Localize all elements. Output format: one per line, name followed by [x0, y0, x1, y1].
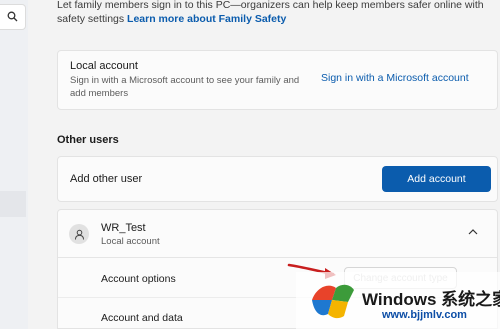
sidebar	[0, 0, 28, 329]
add-other-user-card: Add other user Add account	[57, 156, 498, 202]
local-account-card: Local account Sign in with a Microsoft a…	[57, 50, 498, 110]
person-icon	[74, 229, 84, 240]
watermark: Windows 系统之家 www.bjjmlv.com	[296, 272, 500, 329]
windows-logo-icon	[312, 284, 354, 319]
add-other-user-label: Add other user	[70, 173, 143, 185]
account-and-data-label: Account and data	[101, 312, 183, 324]
family-safety-link[interactable]: Learn more about Family Safety	[127, 13, 286, 25]
local-account-description: Sign in with a Microsoft account to see …	[70, 75, 300, 99]
intro-line-2-text: safety settings	[57, 13, 128, 25]
add-account-button[interactable]: Add account	[382, 166, 491, 192]
search-box[interactable]	[0, 4, 26, 30]
watermark-title: Windows 系统之家	[362, 290, 500, 309]
other-users-heading: Other users	[57, 134, 119, 146]
intro-line-1: Let family members sign in to this PC—or…	[57, 0, 484, 11]
watermark-url: www.bjjmlv.com	[382, 309, 467, 321]
user-name: WR_Test	[101, 222, 146, 234]
account-options-label: Account options	[101, 273, 176, 285]
divider	[58, 257, 497, 258]
intro-line-2: safety settings Learn more about Family …	[57, 12, 286, 26]
chevron-up-icon[interactable]	[468, 228, 478, 235]
sign-in-microsoft-link[interactable]: Sign in with a Microsoft account	[321, 72, 469, 84]
sidebar-selected-item[interactable]	[0, 191, 26, 217]
avatar	[69, 224, 89, 244]
user-account-type: Local account	[101, 236, 160, 247]
local-account-title: Local account	[70, 60, 138, 72]
search-icon	[7, 11, 18, 22]
